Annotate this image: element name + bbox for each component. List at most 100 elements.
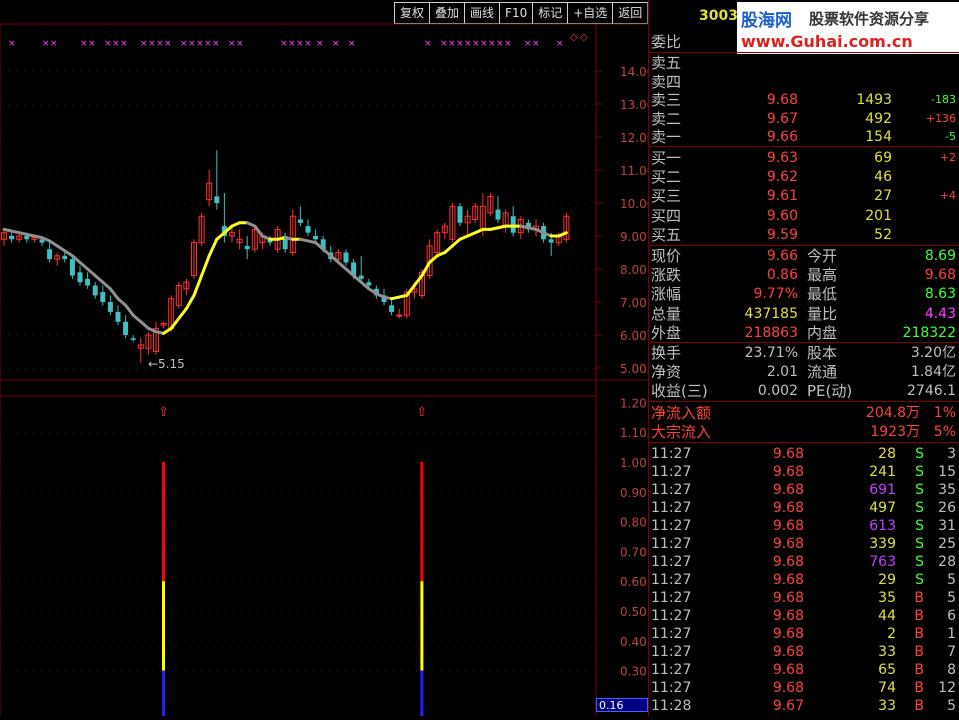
- toolbar-button-2[interactable]: 画线: [464, 2, 501, 24]
- buy-level-label: 买一: [651, 149, 682, 167]
- finance-value-2: 3.20亿: [910, 345, 956, 361]
- trade-side: S: [915, 446, 924, 462]
- chart-toolbar: 复权 叠加 画线 F10 标记 +自选 返回: [394, 2, 649, 24]
- trade-count: 31: [938, 518, 956, 534]
- buy-volume: 52: [874, 226, 892, 243]
- trade-time: 11:27: [651, 482, 692, 498]
- signal-mark: ×: [472, 39, 480, 49]
- toolbar-button-1[interactable]: 叠加: [429, 2, 466, 24]
- logo-text: 股海网: [741, 11, 792, 31]
- trade-row[interactable]: 11:27 9.68 35 B 5: [651, 589, 958, 607]
- candle-body: [313, 236, 319, 240]
- trade-side: S: [915, 518, 924, 534]
- trade-price: 9.68: [772, 482, 804, 498]
- quote-label-2: 最高: [807, 266, 838, 285]
- ma-segment: [177, 307, 188, 320]
- buy-level-row[interactable]: 买三 9.61 27 +4: [651, 187, 958, 205]
- trade-side: S: [915, 536, 924, 552]
- trade-row[interactable]: 11:27 9.68 2 B 1: [651, 625, 958, 643]
- trade-count: 5: [947, 698, 956, 714]
- sell-level-row[interactable]: 卖四: [651, 73, 958, 91]
- finance-label: 净资: [651, 363, 682, 382]
- trade-time: 11:28: [651, 698, 692, 714]
- trade-time: 11:27: [651, 626, 692, 642]
- indicator-tick-label: 0.60: [620, 575, 647, 589]
- trade-row[interactable]: 11:27 9.68 33 B 7: [651, 643, 958, 661]
- sell-level-row[interactable]: 卖五: [651, 54, 958, 72]
- chart-canvas[interactable]: 14.00 13.00 12.00 11.00 10.00 9.00 8.00 7.00 6.0…: [0, 0, 654, 716]
- candle-body: [85, 278, 91, 286]
- price-tick-label: 14.00: [620, 65, 648, 79]
- trade-row[interactable]: 11:28 9.67 33 B 5: [651, 697, 958, 715]
- trade-row[interactable]: 11:27 9.68 28 S 3: [651, 445, 958, 463]
- price-tick-label: 6.00: [620, 329, 647, 343]
- quote-label: 总量: [651, 304, 682, 323]
- trade-row[interactable]: 11:27 9.68 763 S 28: [651, 553, 958, 571]
- trade-side: B: [914, 608, 924, 624]
- trade-volume: 29: [878, 572, 896, 588]
- quote-row: 外盘 218863 内盘 218322: [651, 324, 958, 342]
- candle-body: [343, 252, 349, 263]
- sell-level-row[interactable]: 卖三 9.68 1493 -183: [651, 91, 958, 109]
- signal-mark: ×: [296, 39, 304, 49]
- sell-volume: 154: [865, 129, 892, 145]
- indicator-tick-label: 0.80: [620, 516, 647, 530]
- sell-level-row[interactable]: 卖一 9.66 154 -5: [651, 128, 958, 146]
- quote-label: 外盘: [651, 323, 682, 342]
- trade-row[interactable]: 11:27 9.68 29 S 5: [651, 571, 958, 589]
- sell-level-label: 卖四: [651, 72, 682, 91]
- sell-volume: 1493: [856, 92, 892, 108]
- trade-side: S: [915, 554, 924, 570]
- signal-mark: ×: [496, 39, 504, 49]
- signal-mark: ×: [316, 39, 324, 49]
- signal-mark: ×: [112, 39, 120, 49]
- indicator-tick-label: 0.30: [620, 665, 647, 679]
- candle-body: [9, 236, 15, 240]
- flow-row: 净流入额 204.8万 1%: [651, 404, 958, 422]
- trade-time: 11:27: [651, 644, 692, 660]
- buy-change: +4: [939, 189, 956, 203]
- buy-level-row[interactable]: 买五 9.59 52: [651, 226, 958, 244]
- candle-body: [297, 219, 303, 223]
- kline-chart-area[interactable]: 14.00 13.00 12.00 11.00 10.00 9.00 8.00 7.00 6.0…: [0, 0, 654, 716]
- candle-body: [366, 282, 372, 286]
- trade-volume: 763: [869, 554, 896, 570]
- trade-volume: 28: [878, 446, 896, 462]
- trade-row[interactable]: 11:27 9.68 74 B 12: [651, 679, 958, 697]
- trade-volume: 2: [887, 626, 896, 642]
- toolbar-button-4[interactable]: 标记: [532, 2, 569, 24]
- candle-body: [62, 255, 68, 260]
- candle-body: [115, 311, 121, 322]
- ma-segment: [116, 297, 128, 307]
- trade-row[interactable]: 11:27 9.68 497 S 26: [651, 499, 958, 517]
- buy-level-row[interactable]: 买二 9.62 46: [651, 168, 958, 186]
- quote-value-2: 8.63: [924, 286, 956, 303]
- price-tick-label: 12.00: [620, 131, 648, 145]
- trade-count: 28: [938, 554, 956, 570]
- trade-row[interactable]: 11:27 9.68 613 S 31: [651, 517, 958, 535]
- signal-mark: ×: [464, 39, 472, 49]
- toolbar-button-6[interactable]: 返回: [612, 2, 649, 24]
- buy-volume: 27: [874, 188, 892, 205]
- signal-mark: ×: [348, 39, 356, 49]
- trade-time: 11:27: [651, 464, 692, 480]
- sell-level-row[interactable]: 卖二 9.67 492 +136: [651, 110, 958, 128]
- signal-mark: ×: [156, 39, 164, 49]
- candle-body: [495, 209, 501, 220]
- ma-segment: [557, 231, 568, 238]
- toolbar-button-0[interactable]: 复权: [394, 2, 431, 24]
- candle-body: [389, 305, 395, 312]
- trade-row[interactable]: 11:27 9.68 65 B 8: [651, 661, 958, 679]
- toolbar-button-5[interactable]: +自选: [567, 2, 614, 24]
- toolbar-button-3[interactable]: F10: [499, 2, 534, 24]
- ma-segment: [420, 260, 432, 278]
- buy-level-row[interactable]: 买一 9.63 69 +2: [651, 149, 958, 167]
- candle-body: [69, 259, 75, 276]
- trade-row[interactable]: 11:27 9.68 339 S 25: [651, 535, 958, 553]
- trade-row[interactable]: 11:27 9.68 241 S 15: [651, 463, 958, 481]
- trade-row[interactable]: 11:27 9.68 44 B 6: [651, 607, 958, 625]
- trade-price: 9.68: [772, 626, 804, 642]
- buy-level-row[interactable]: 买四 9.60 201: [651, 207, 958, 225]
- trade-row[interactable]: 11:27 9.68 691 S 35: [651, 481, 958, 499]
- indicator-tick-label: 1.20: [620, 396, 647, 410]
